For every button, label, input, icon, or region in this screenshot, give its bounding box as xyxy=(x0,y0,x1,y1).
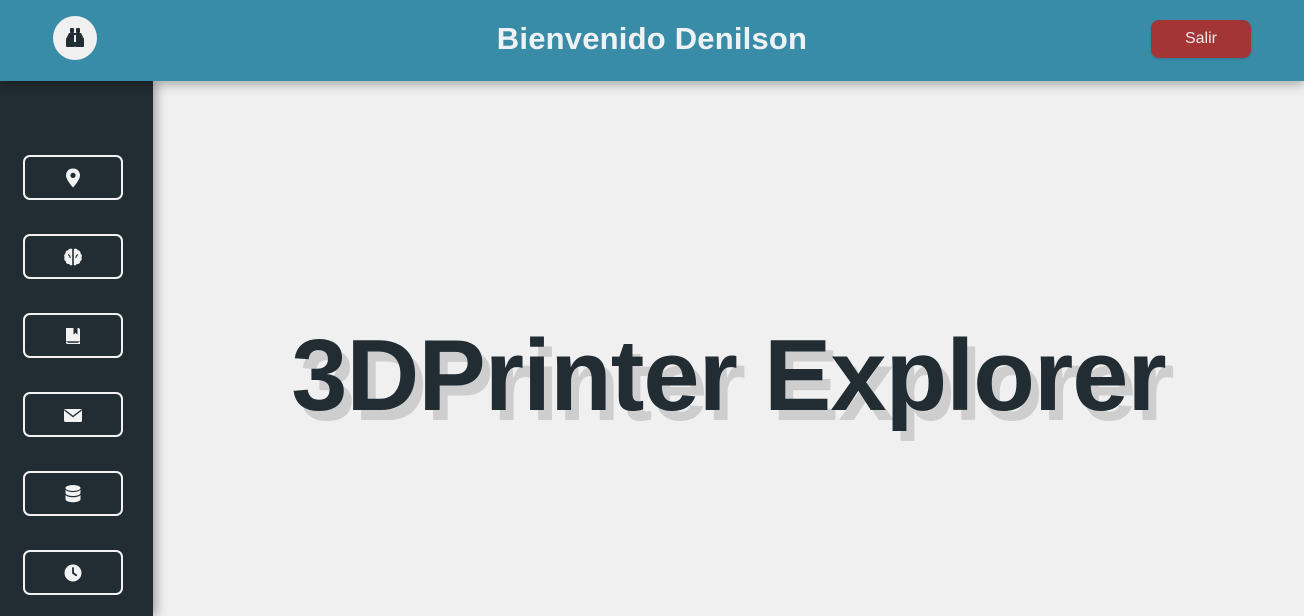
sidebar-item-book[interactable] xyxy=(23,313,123,358)
map-marker-icon xyxy=(66,168,80,187)
sidebar-item-mail[interactable] xyxy=(23,392,123,437)
sidebar xyxy=(0,81,153,616)
sidebar-item-database[interactable] xyxy=(23,471,123,516)
sidebar-item-history[interactable] xyxy=(23,550,123,595)
brain-icon xyxy=(64,248,82,265)
book-bookmark-icon xyxy=(66,327,80,344)
logout-button[interactable]: Salir xyxy=(1151,20,1251,58)
clock-icon xyxy=(64,564,82,581)
hero-title: 3DPrinter Explorer xyxy=(291,320,1166,432)
app: Bienvenido Denilson Salir 3DPrinter Expl… xyxy=(0,0,1304,616)
page-title: Bienvenido Denilson xyxy=(496,21,808,56)
database-icon xyxy=(65,484,81,502)
envelope-icon xyxy=(64,408,82,422)
top-header: Bienvenido Denilson Salir xyxy=(0,0,1304,81)
main-content: 3DPrinter Explorer xyxy=(153,81,1304,616)
sidebar-item-location[interactable] xyxy=(23,155,123,200)
sidebar-item-brain[interactable] xyxy=(23,234,123,279)
